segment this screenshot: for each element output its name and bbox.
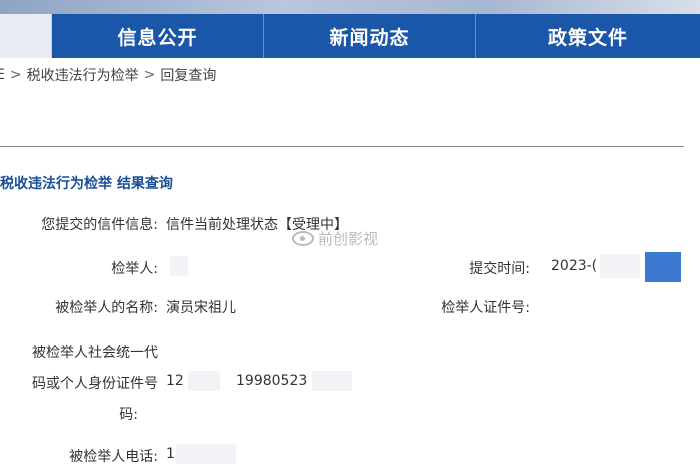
redacted-submit-time <box>600 254 640 278</box>
breadcrumb-separator: > <box>143 67 156 83</box>
breadcrumb-item-reply-query: 回复查询 <box>160 68 217 84</box>
reported-name-value: 演员宋祖儿 <box>166 300 236 316</box>
nav-item-home[interactable] <box>0 14 52 58</box>
nav-item-news[interactable]: 新闻动态 <box>264 14 476 58</box>
section-title: 税收违法行为检举 结果查询 <box>0 176 173 192</box>
letter-info-label: 您提交的信件信息: <box>41 217 158 233</box>
reporter-label: 检举人: <box>111 261 158 277</box>
breadcrumb-separator: > <box>9 67 22 83</box>
breadcrumb-item-tax-report[interactable]: 税收违法行为检举 <box>27 65 139 85</box>
eye-icon <box>292 231 314 246</box>
breadcrumb: E > 税收违法行为检举 > 回复查询 <box>0 64 216 86</box>
redacted-reporter <box>170 256 188 276</box>
accent-block <box>645 252 681 282</box>
reported-code-label-line3: 码: <box>119 407 138 423</box>
main-nav: 信息公开 新闻动态 政策文件 <box>0 14 700 58</box>
redacted-phone <box>176 444 236 464</box>
redacted-code-suffix <box>312 371 352 391</box>
reported-code-label-line2: 码或个人身份证件号 <box>32 376 158 392</box>
reported-name-label: 被检举人的名称: <box>55 300 158 316</box>
top-banner <box>0 0 700 14</box>
nav-item-info-disclosure[interactable]: 信息公开 <box>52 14 264 58</box>
reported-code-value-birthdate: 19980523 <box>236 373 308 389</box>
reporter-id-label: 检举人证件号: <box>441 300 530 316</box>
reported-code-value-prefix: 12 <box>166 373 184 389</box>
watermark-text: 前创影视 <box>318 230 379 248</box>
watermark: 前创影视 <box>292 228 378 249</box>
submit-time-label: 提交时间: <box>469 261 530 277</box>
submit-time-value: 2023-( <box>551 258 598 274</box>
nav-item-policy-docs[interactable]: 政策文件 <box>476 14 700 58</box>
redacted-code-middle <box>188 371 220 391</box>
reported-phone-value: 1 <box>166 446 175 462</box>
reported-code-label-line1: 被检举人社会统一代 <box>32 345 158 361</box>
divider <box>0 146 684 147</box>
reported-phone-label: 被检举人电话: <box>69 449 158 465</box>
breadcrumb-home-fragment[interactable]: E <box>0 67 5 83</box>
